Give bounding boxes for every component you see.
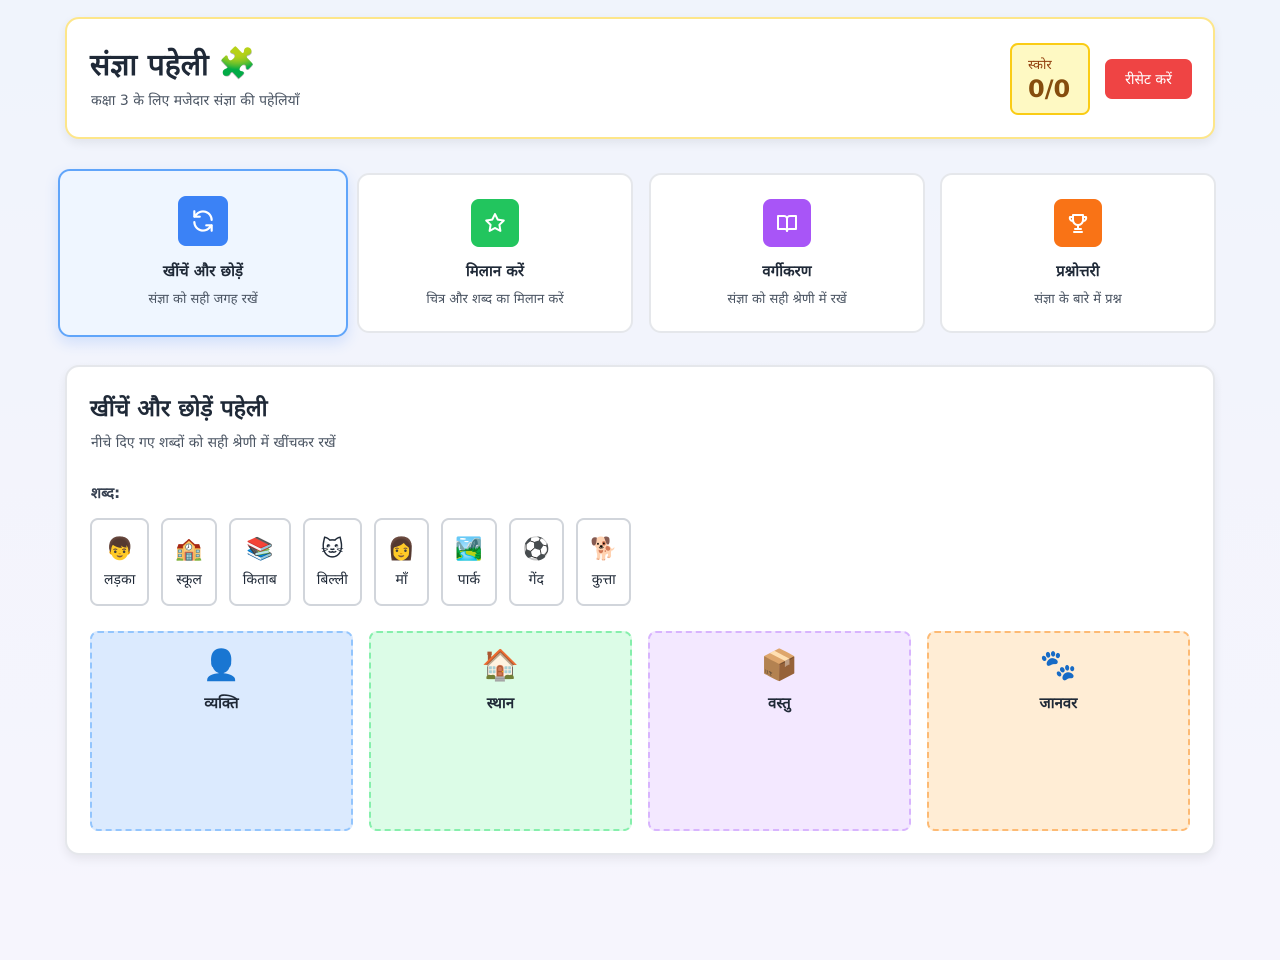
word-text: कुत्ता [591, 571, 616, 588]
word-text: माँ [395, 571, 408, 588]
drop-zone-person[interactable]: 👤 व्यक्ति [90, 631, 353, 831]
word-chip[interactable]: 👩 माँ [373, 518, 430, 606]
game-title: खींचें और छोड़ें पहेली [90, 396, 268, 422]
zone-title: स्थान [486, 694, 515, 712]
school-icon: 🏫 [175, 536, 203, 562]
zone-title: जानवर [1039, 694, 1078, 712]
mode-card-match[interactable]: मिलान करें चित्र और शब्द का मिलान करें [357, 173, 633, 333]
drop-zones: 👤 व्यक्ति 🏠 स्थान 📦 वस्तु 🐾 जानवर [90, 631, 1190, 831]
house-icon: 🏠 [481, 648, 520, 683]
mode-card-drag-drop[interactable]: खींचें और छोड़ें संज्ञा को सही जगह रखें [58, 169, 348, 337]
word-text: किताब [242, 571, 277, 588]
mode-description: संज्ञा को सही जगह रखें [148, 292, 258, 307]
word-chip[interactable]: 🏞️ पार्क [441, 518, 497, 606]
drop-zone-animal[interactable]: 🐾 जानवर [927, 631, 1190, 831]
score-label: स्कोर [1028, 58, 1052, 73]
cat-icon: 🐱 [320, 536, 344, 562]
word-chip[interactable]: 🏫 स्कूल [161, 518, 217, 606]
word-list: 👦 लड़का 🏫 स्कूल 📚 किताब 🐱 बिल्ली 👩 माँ 🏞… [90, 518, 632, 606]
mode-card-quiz[interactable]: प्रश्नोत्तरी संज्ञा के बारे में प्रश्न [940, 173, 1216, 333]
woman-icon: 👩 [387, 536, 416, 562]
paw-icon: 🐾 [1039, 648, 1078, 683]
score-value: 0/0 [1028, 75, 1071, 103]
mode-title: खींचें और छोड़ें [162, 262, 244, 280]
package-icon: 📦 [760, 648, 799, 683]
zone-title: वस्तु [768, 694, 791, 712]
mode-description: चित्र और शब्द का मिलान करें [426, 292, 564, 307]
books-icon: 📚 [246, 536, 274, 562]
ball-icon: ⚽ [522, 536, 551, 562]
word-chip[interactable]: 👦 लड़का [90, 518, 150, 606]
game-subtitle: नीचे दिए गए शब्दों को सही श्रेणी में खीं… [91, 435, 336, 451]
trophy-icon [1054, 199, 1102, 247]
refresh-icon [178, 196, 228, 246]
mode-title: मिलान करें [465, 262, 525, 280]
page-title-text: संज्ञा पहेली [90, 48, 209, 83]
mode-description: संज्ञा के बारे में प्रश्न [1034, 292, 1122, 307]
mode-title: प्रश्नोत्तरी [1056, 262, 1100, 280]
boy-icon: 👦 [105, 536, 134, 562]
reset-button[interactable]: रीसेट करें [1105, 59, 1192, 99]
mode-description: संज्ञा को सही श्रेणी में रखें [727, 292, 847, 307]
mode-card-classify[interactable]: वर्गीकरण संज्ञा को सही श्रेणी में रखें [649, 173, 925, 333]
word-text: लड़का [104, 571, 136, 588]
dog-icon: 🐕 [590, 536, 618, 562]
zone-title: व्यक्ति [204, 694, 239, 712]
book-icon [763, 199, 811, 247]
person-icon: 👤 [202, 648, 241, 683]
star-icon [471, 199, 519, 247]
park-icon: 🏞️ [455, 536, 483, 562]
drop-zone-place[interactable]: 🏠 स्थान [369, 631, 632, 831]
score-box: स्कोर 0/0 [1010, 43, 1090, 115]
page-subtitle: कक्षा 3 के लिए मजेदार संज्ञा की पहेलियाँ [91, 93, 300, 109]
word-chip[interactable]: ⚽ गेंद [508, 518, 565, 606]
word-text: पार्क [457, 571, 481, 588]
game-panel: खींचें और छोड़ें पहेली नीचे दिए गए शब्दो… [65, 365, 1215, 855]
puzzle-icon: 🧩 [218, 46, 257, 81]
word-chip[interactable]: 🐕 कुत्ता [576, 518, 632, 606]
word-text: बिल्ली [316, 571, 348, 588]
words-label: शब्द: [91, 484, 121, 502]
drop-zone-thing[interactable]: 📦 वस्तु [648, 631, 911, 831]
header-card: संज्ञा पहेली 🧩 कक्षा 3 के लिए मजेदार संज… [65, 17, 1215, 139]
mode-title: वर्गीकरण [762, 262, 812, 280]
page-title: संज्ञा पहेली 🧩 [90, 43, 256, 84]
word-chip[interactable]: 🐱 बिल्ली [302, 518, 362, 606]
word-text: गेंद [528, 571, 544, 588]
word-text: स्कूल [176, 571, 202, 588]
word-chip[interactable]: 📚 किताब [228, 518, 291, 606]
